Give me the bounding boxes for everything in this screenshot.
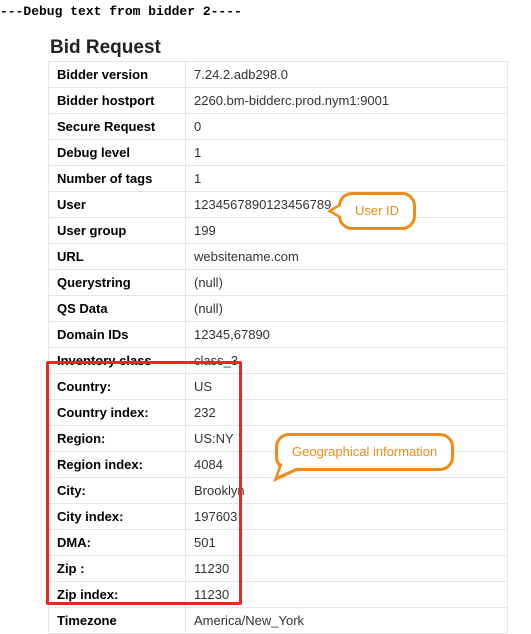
row-label: Region: (49, 426, 186, 452)
user-id-callout: User ID (338, 192, 416, 230)
row-label: Querystring (49, 270, 186, 296)
table-row: Secure Request 0 (49, 114, 508, 140)
row-value: 12345,67890 (186, 322, 508, 348)
callout-label: User ID (355, 203, 399, 218)
row-value: 0 (186, 114, 508, 140)
row-value: 7.24.2.adb298.0 (186, 62, 508, 88)
table-row: Country index: 232 (49, 400, 508, 426)
row-label: Secure Request (49, 114, 186, 140)
row-label: City index: (49, 504, 186, 530)
row-label: Inventory class (49, 348, 186, 374)
table-row: Debug level 1 (49, 140, 508, 166)
table-row: Inventory class class_3 (49, 348, 508, 374)
row-value: 197603 (186, 504, 508, 530)
table-row: Querystring (null) (49, 270, 508, 296)
row-value: (null) (186, 270, 508, 296)
row-label: User (49, 192, 186, 218)
table-row: Zip : 11230 (49, 556, 508, 582)
row-value: Brooklyn (186, 478, 508, 504)
row-value: US (186, 374, 508, 400)
row-label: QS Data (49, 296, 186, 322)
row-label: Region index: (49, 452, 186, 478)
row-value: class_3 (186, 348, 508, 374)
debug-header-line: ---Debug text from bidder 2---- (0, 0, 531, 19)
row-value: (null) (186, 296, 508, 322)
table-row: URL websitename.com (49, 244, 508, 270)
row-value: 1 (186, 166, 508, 192)
row-label: DMA: (49, 530, 186, 556)
table-row: Domain IDs 12345,67890 (49, 322, 508, 348)
bid-request-table: Bidder version 7.24.2.adb298.0 Bidder ho… (48, 61, 508, 634)
table-row: DMA: 501 (49, 530, 508, 556)
bid-request-title: Bid Request (50, 37, 508, 59)
row-label: Bidder hostport (49, 88, 186, 114)
row-value: 11230 (186, 556, 508, 582)
row-label: Debug level (49, 140, 186, 166)
row-label: Zip index: (49, 582, 186, 608)
row-value: 501 (186, 530, 508, 556)
table-row: Bidder hostport 2260.bm-bidderc.prod.nym… (49, 88, 508, 114)
table-row: QS Data (null) (49, 296, 508, 322)
table-row: User 1234567890123456789 (49, 192, 508, 218)
row-value: websitename.com (186, 244, 508, 270)
row-value: 2260.bm-bidderc.prod.nym1:9001 (186, 88, 508, 114)
table-row: Country: US (49, 374, 508, 400)
row-label: Zip : (49, 556, 186, 582)
table-row: Timezone America/New_York (49, 608, 508, 634)
page-root: ---Debug text from bidder 2---- Bid Requ… (0, 0, 531, 614)
table-row: Zip index: 11230 (49, 582, 508, 608)
bid-request-block: Bid Request Bidder version 7.24.2.adb298… (48, 37, 508, 634)
row-label: Bidder version (49, 62, 186, 88)
table-row: Bidder version 7.24.2.adb298.0 (49, 62, 508, 88)
callout-label: Geographical information (292, 444, 437, 459)
row-label: Domain IDs (49, 322, 186, 348)
row-label: Country index: (49, 400, 186, 426)
geo-info-callout: Geographical information (275, 433, 454, 471)
table-row: Number of tags 1 (49, 166, 508, 192)
row-label: URL (49, 244, 186, 270)
row-label: Timezone (49, 608, 186, 634)
callout-tail-icon (332, 204, 344, 218)
row-value: America/New_York (186, 608, 508, 634)
table-row: User group 199 (49, 218, 508, 244)
row-label: City: (49, 478, 186, 504)
row-label: Country: (49, 374, 186, 400)
row-value: 232 (186, 400, 508, 426)
row-label: Number of tags (49, 166, 186, 192)
table-row: City index: 197603 (49, 504, 508, 530)
row-value: 1 (186, 140, 508, 166)
row-value: 11230 (186, 582, 508, 608)
row-label: User group (49, 218, 186, 244)
